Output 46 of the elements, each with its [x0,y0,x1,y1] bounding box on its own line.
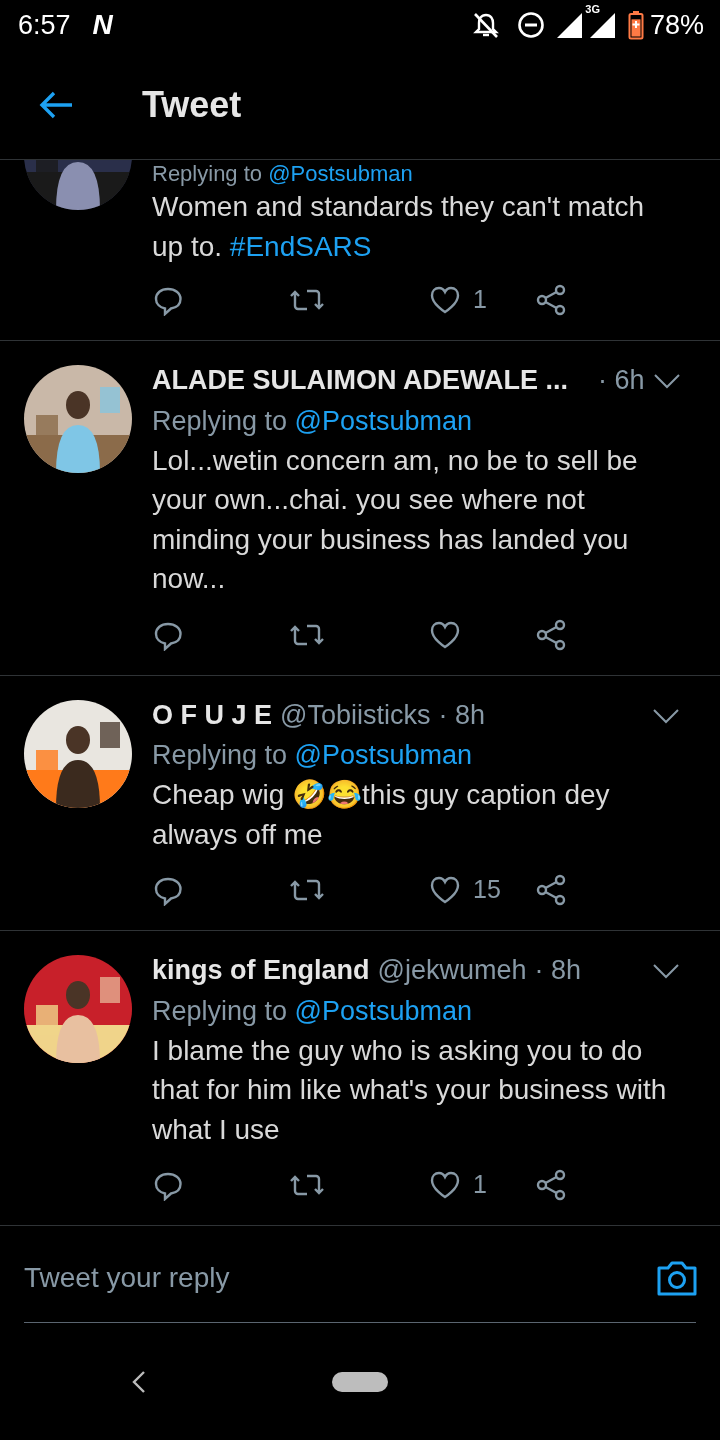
page-title: Tweet [142,82,242,127]
replying-to-text: Replying to @Postsubman [152,994,474,1028]
heart-icon[interactable] [429,1169,461,1201]
like-count: 1 [473,285,487,314]
tweet-text: I blame the guy who is asking you to do that for him like what's your business with what I use [152,1033,668,1147]
author-name[interactable]: O F U J E [152,694,273,735]
do-not-disturb-icon [517,11,546,39]
chevron-down-icon[interactable] [652,373,681,389]
like-count: 1 [473,1170,487,1199]
app-logo-label: N [92,8,113,42]
tweet-text: Women and standards they can't match up to. #EndSARS [152,190,645,264]
share-icon[interactable] [535,1169,567,1201]
home-pill[interactable] [332,1372,388,1392]
share-icon[interactable] [535,284,567,316]
share-icon[interactable] [535,618,567,651]
reply-input-field[interactable]: Tweet your reply [24,1256,656,1299]
mention-link[interactable]: @Postsubman [294,405,473,436]
heart-icon[interactable] [429,874,461,906]
replying-to-text: Replying to @Postsubman [152,739,474,772]
author-name[interactable]: kings of England [152,950,370,991]
mention-link[interactable]: @Postsubman [294,740,473,770]
mention-link[interactable]: @Postsubman [268,161,413,186]
battery-percentage: 78% [649,8,704,42]
tweet-text: Cheap wig 🤣😂this guy caption dey always off me [152,778,611,852]
signal-icon [555,11,584,39]
battery-icon [627,10,644,40]
like-count: 15 [473,875,501,904]
tweet-text: Lol...wetin concern am, no be to sell be your own...chai. you see where not minding your business has landed you now... [152,443,639,596]
back-arrow-icon [38,89,74,120]
heart-icon[interactable] [429,284,461,316]
author-name[interactable]: ALADE SULAIMON ADEWALE ... [152,360,568,401]
back-button[interactable] [38,89,74,120]
tweet-time: · 8h [534,954,581,987]
mention-link[interactable]: @Postsubman [294,995,473,1026]
share-icon[interactable] [535,874,567,906]
back-caret-icon[interactable] [131,1370,147,1394]
replying-to-text: Replying to @Postsubman [152,161,414,187]
chevron-down-icon[interactable] [652,707,680,724]
chevron-down-icon[interactable] [652,963,680,979]
network-type-label: 3G [585,4,600,15]
author-handle[interactable]: @jekwumeh [377,950,527,991]
replying-to-text: Replying to @Postsubman [152,404,474,438]
tweet-time: · 8h [438,698,485,732]
author-handle[interactable]: @Tobiisticks [280,694,431,735]
clock-time: 6:57 [18,8,71,42]
tweet-time: · 6h [598,364,645,397]
